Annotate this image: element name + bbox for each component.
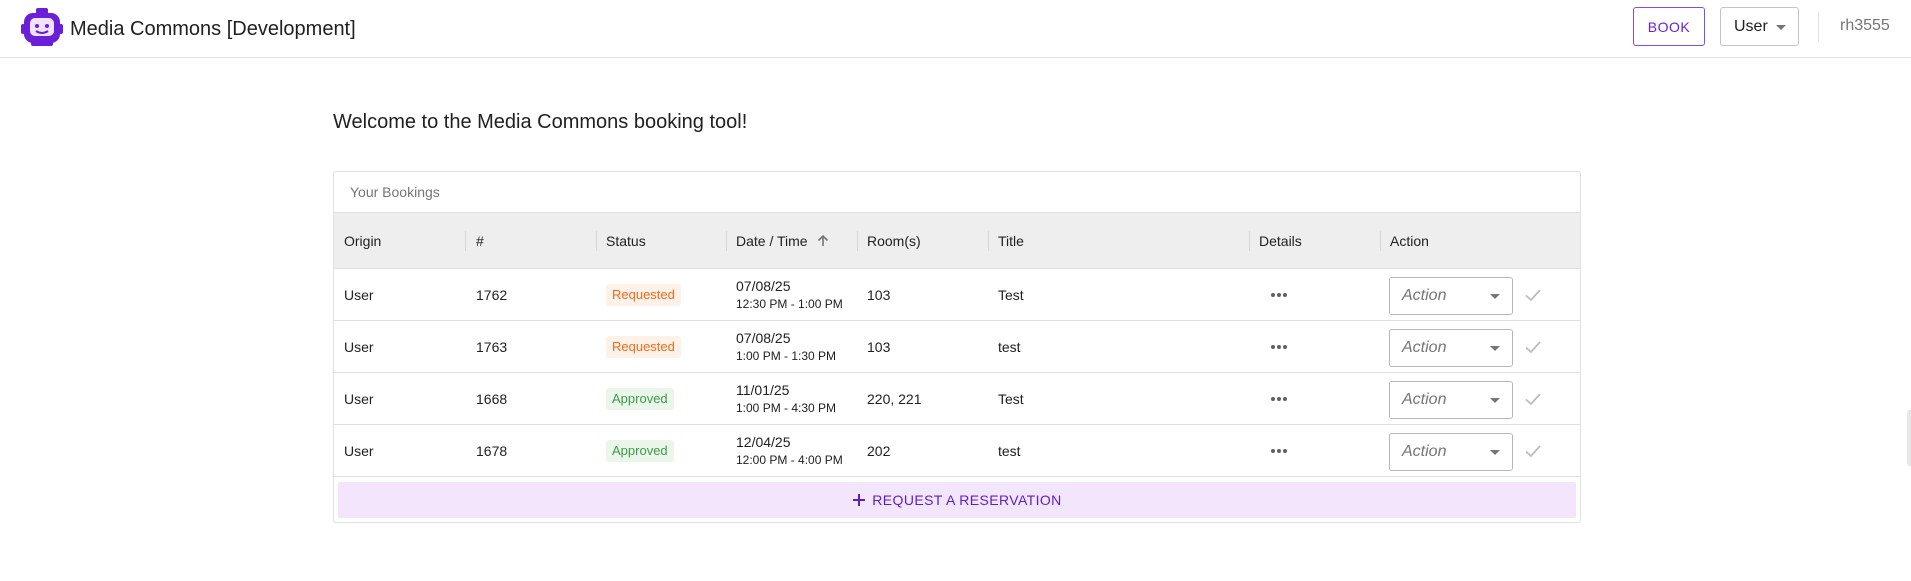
number-cell: 1678 [476, 442, 508, 459]
welcome-heading: Welcome to the Media Commons booking too… [333, 111, 748, 133]
number-cell: 1762 [476, 286, 508, 303]
title-cell: Test [998, 390, 1024, 407]
datetime-cell: 07/08/25 12:30 PM - 1:00 PM [736, 269, 843, 320]
action-select-placeholder: Action [1402, 391, 1447, 408]
request-reservation-label: REQUEST A RESERVATION [872, 492, 1062, 508]
status-badge: Requested [606, 283, 681, 306]
column-header-datetime[interactable]: Date / Time [736, 213, 830, 268]
action-select[interactable]: Action [1389, 381, 1513, 419]
origin-cell: User [344, 338, 374, 355]
title-cell: test [998, 338, 1021, 355]
column-header-action[interactable]: Action [1390, 213, 1429, 268]
more-horiz-icon [1271, 344, 1287, 349]
column-header-datetime-label: Date / Time [736, 232, 808, 249]
column-header-details[interactable]: Details [1259, 213, 1302, 268]
role-select[interactable]: User [1720, 7, 1799, 46]
column-separator[interactable] [857, 231, 858, 251]
column-header-status[interactable]: Status [606, 213, 646, 268]
header-divider [1818, 12, 1819, 42]
action-select[interactable]: Action [1389, 433, 1513, 471]
caret-down-icon [1490, 450, 1500, 455]
role-select-value: User [1734, 17, 1768, 35]
column-separator[interactable] [1380, 231, 1381, 251]
bookings-card: Your Bookings Origin # Status Date / Tim… [333, 171, 1581, 523]
caret-down-icon [1490, 294, 1500, 299]
column-separator[interactable] [596, 231, 597, 251]
caret-down-icon [1490, 398, 1500, 403]
column-separator[interactable] [726, 231, 727, 251]
side-drawer-handle[interactable] [1907, 410, 1911, 466]
table-row[interactable]: User 1762 Requested 07/08/25 12:30 PM - … [334, 269, 1580, 321]
action-select[interactable]: Action [1389, 277, 1513, 315]
check-icon[interactable] [1524, 286, 1542, 304]
origin-cell: User [344, 286, 374, 303]
status-badge: Approved [606, 387, 674, 410]
date-text: 12/04/25 [736, 433, 791, 450]
book-button[interactable]: BOOK [1633, 7, 1705, 46]
origin-cell: User [344, 390, 374, 407]
number-cell: 1668 [476, 390, 508, 407]
table-row[interactable]: User 1668 Approved 11/01/25 1:00 PM - 4:… [334, 373, 1580, 425]
status-cell: Approved [606, 373, 674, 424]
date-text: 07/08/25 [736, 329, 791, 346]
username: rh3555 [1840, 17, 1890, 34]
datetime-cell: 11/01/25 1:00 PM - 4:30 PM [736, 373, 836, 424]
more-details-button[interactable] [1270, 425, 1288, 476]
robot-logo-icon[interactable] [21, 7, 63, 47]
title-cell: Test [998, 286, 1024, 303]
app-title: Media Commons [Development] [70, 18, 356, 40]
date-text: 07/08/25 [736, 277, 791, 294]
column-header-rooms[interactable]: Room(s) [867, 213, 921, 268]
table-row[interactable]: User 1678 Approved 12/04/25 12:00 PM - 4… [334, 425, 1580, 477]
time-text: 12:00 PM - 4:00 PM [736, 452, 843, 467]
datetime-cell: 07/08/25 1:00 PM - 1:30 PM [736, 321, 836, 372]
action-select-placeholder: Action [1402, 287, 1447, 304]
time-text: 1:00 PM - 1:30 PM [736, 348, 837, 363]
more-horiz-icon [1271, 396, 1287, 401]
origin-cell: User [344, 442, 374, 459]
status-badge: Approved [606, 439, 674, 462]
top-app-bar: Media Commons [Development] BOOK User rh… [0, 0, 1911, 58]
caret-down-icon [1490, 346, 1500, 351]
rooms-cell: 103 [867, 286, 891, 303]
rooms-cell: 202 [867, 442, 891, 459]
action-select[interactable]: Action [1389, 329, 1513, 367]
column-header-number[interactable]: # [476, 213, 484, 268]
status-badge: Requested [606, 335, 681, 358]
plus-icon [853, 494, 866, 506]
time-text: 1:00 PM - 4:30 PM [736, 400, 837, 415]
datetime-cell: 12/04/25 12:00 PM - 4:00 PM [736, 425, 843, 476]
more-details-button[interactable] [1270, 321, 1288, 372]
check-icon[interactable] [1524, 338, 1542, 356]
check-icon[interactable] [1524, 390, 1542, 408]
more-horiz-icon [1271, 448, 1287, 453]
status-cell: Requested [606, 321, 681, 372]
check-icon[interactable] [1524, 442, 1542, 460]
title-cell: test [998, 442, 1021, 459]
caret-down-icon [1776, 25, 1786, 30]
time-text: 12:30 PM - 1:00 PM [736, 296, 843, 311]
column-header-title[interactable]: Title [998, 213, 1024, 268]
action-select-placeholder: Action [1402, 339, 1447, 356]
more-details-button[interactable] [1270, 373, 1288, 424]
more-horiz-icon [1271, 292, 1287, 297]
column-separator[interactable] [465, 231, 466, 251]
table-row[interactable]: User 1763 Requested 07/08/25 1:00 PM - 1… [334, 321, 1580, 373]
arrow-up-icon[interactable] [816, 234, 830, 248]
card-title: Your Bookings [350, 184, 440, 200]
action-select-placeholder: Action [1402, 443, 1447, 460]
column-header-origin[interactable]: Origin [344, 213, 381, 268]
status-cell: Requested [606, 269, 681, 320]
rooms-cell: 220, 221 [867, 390, 922, 407]
rooms-cell: 103 [867, 338, 891, 355]
table-header: Origin # Status Date / Time Room(s) Titl… [334, 212, 1580, 269]
number-cell: 1763 [476, 338, 508, 355]
column-separator[interactable] [1249, 231, 1250, 251]
request-reservation-button[interactable]: REQUEST A RESERVATION [338, 482, 1576, 518]
date-text: 11/01/25 [736, 381, 790, 398]
more-details-button[interactable] [1270, 269, 1288, 320]
column-separator[interactable] [988, 231, 989, 251]
status-cell: Approved [606, 425, 674, 476]
